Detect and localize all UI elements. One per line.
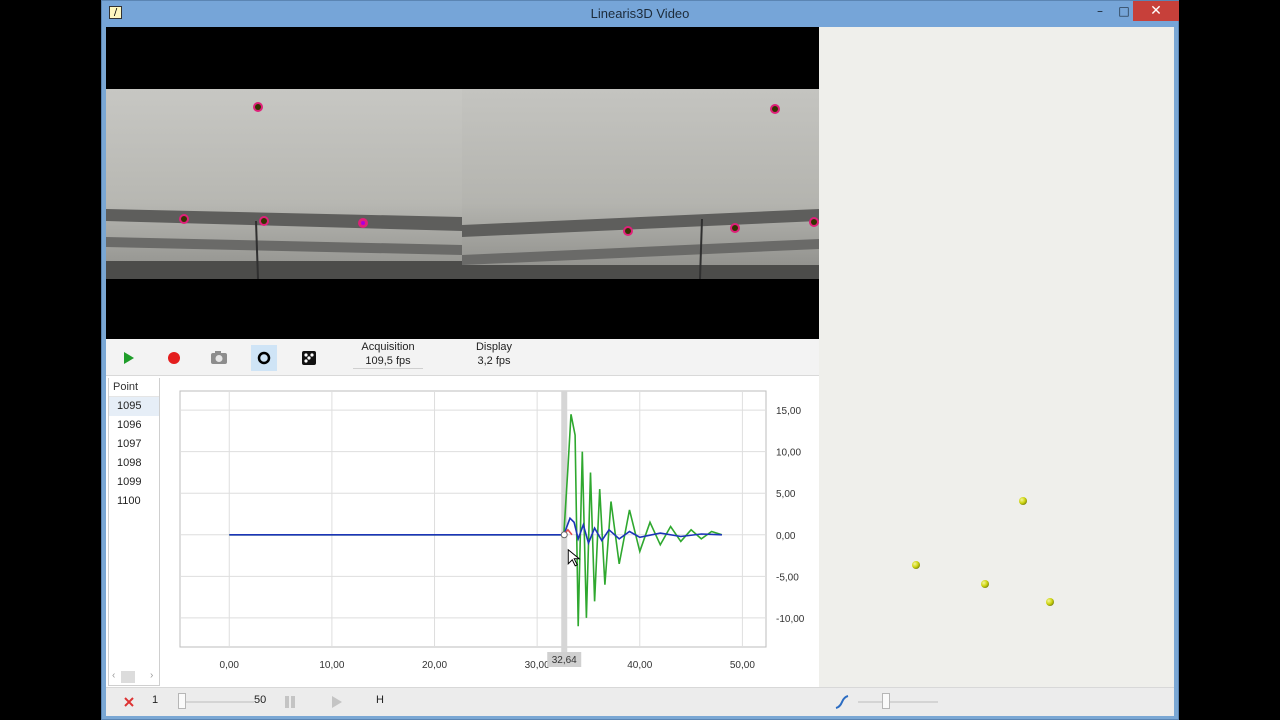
record-icon	[168, 352, 180, 364]
camera-left	[106, 89, 462, 279]
y-tick-label: 5,00	[776, 489, 796, 500]
frame-slider-track[interactable]	[178, 701, 254, 703]
x-tick-label: 10,00	[319, 660, 344, 671]
play-icon	[124, 352, 134, 364]
x-tick-label: 0,00	[220, 660, 240, 671]
point-list[interactable]: Point 1095 1096 1097 1098 1099 1100 ‹ ›	[108, 378, 160, 686]
acquisition-stat: Acquisition 109,5 fps	[353, 340, 423, 369]
scene-point[interactable]	[1019, 497, 1027, 505]
plot-area: Point 1095 1096 1097 1098 1099 1100 ‹ › …	[106, 376, 819, 687]
camera-icon	[211, 351, 227, 364]
camera-right	[462, 89, 819, 279]
cursor-label: 32,64	[552, 655, 577, 666]
app-window: / Linearis3D Video – □ ✕ Acquisition 109…	[101, 0, 1179, 720]
acquisition-value: 109,5 fps	[353, 354, 423, 369]
play-icon[interactable]	[330, 694, 344, 710]
delete-icon[interactable]	[122, 695, 136, 709]
point-item[interactable]: 1098	[109, 454, 159, 473]
frame-step: 50	[254, 694, 267, 706]
scroll-right-icon[interactable]: ›	[150, 670, 153, 681]
video-view[interactable]	[106, 27, 819, 339]
display-value: 3,2 fps	[477, 355, 511, 367]
frame-slider-thumb[interactable]	[178, 693, 186, 709]
point-item[interactable]: 1099	[109, 473, 159, 492]
point-item[interactable]: 1096	[109, 416, 159, 435]
window-title: Linearis3D Video	[590, 6, 690, 21]
circle-icon	[257, 351, 271, 365]
point-list-header: Point	[109, 378, 159, 397]
record-button[interactable]	[161, 345, 187, 371]
playback-bar: 1 50 H	[106, 687, 1174, 716]
minimize-button[interactable]: –	[1087, 1, 1113, 21]
play-button[interactable]	[115, 345, 141, 371]
y-tick-label: -10,00	[776, 614, 805, 625]
scene-point[interactable]	[1046, 598, 1054, 606]
snapshot-button[interactable]	[206, 345, 232, 371]
display-stat: Display 3,2 fps	[464, 340, 524, 368]
dice-icon	[302, 351, 316, 365]
point-list-scrollbar[interactable]: ‹ ›	[109, 669, 159, 685]
view-slider-track[interactable]	[858, 701, 938, 703]
x-tick-label: 30,00	[525, 660, 550, 671]
y-tick-label: 15,00	[776, 406, 801, 417]
y-tick-label: -5,00	[776, 572, 799, 583]
client-area: Acquisition 109,5 fps Display 3,2 fps Po…	[106, 27, 1174, 716]
scene-3d-view[interactable]	[819, 27, 1174, 687]
scene-point[interactable]	[912, 561, 920, 569]
y-tick-label: 10,00	[776, 448, 801, 459]
curve-icon[interactable]	[834, 693, 850, 711]
frame-start: 1	[152, 694, 159, 706]
pause-icon[interactable]	[283, 694, 297, 710]
video-toolbar: Acquisition 109,5 fps Display 3,2 fps	[106, 339, 819, 376]
signal-chart[interactable]: 0,00 10,00 20,00 30,00 40,00 50,00 15,00 10,00 5…	[164, 376, 819, 687]
point-item[interactable]: 1097	[109, 435, 159, 454]
x-tick-label: 50,00	[730, 660, 755, 671]
y-tick-label: 0,00	[776, 531, 796, 542]
point-item[interactable]: 1100	[109, 492, 159, 511]
plot-frame	[179, 390, 767, 648]
detect-markers-button[interactable]	[251, 345, 277, 371]
mode-label[interactable]: H	[376, 694, 384, 706]
scroll-thumb[interactable]	[121, 671, 135, 683]
close-button[interactable]: ✕	[1133, 1, 1179, 21]
view-slider-thumb[interactable]	[882, 693, 890, 709]
acquisition-label: Acquisition	[361, 341, 415, 353]
cursor-point	[560, 531, 568, 539]
scene-point[interactable]	[981, 580, 989, 588]
point-item[interactable]: 1095	[109, 397, 159, 416]
scroll-left-icon[interactable]: ‹	[112, 670, 115, 681]
title-bar[interactable]: / Linearis3D Video – □ ✕	[102, 1, 1179, 27]
display-label: Display	[475, 341, 513, 353]
pattern-button[interactable]	[296, 345, 322, 371]
x-tick-label: 40,00	[627, 660, 652, 671]
x-tick-label: 20,00	[422, 660, 447, 671]
